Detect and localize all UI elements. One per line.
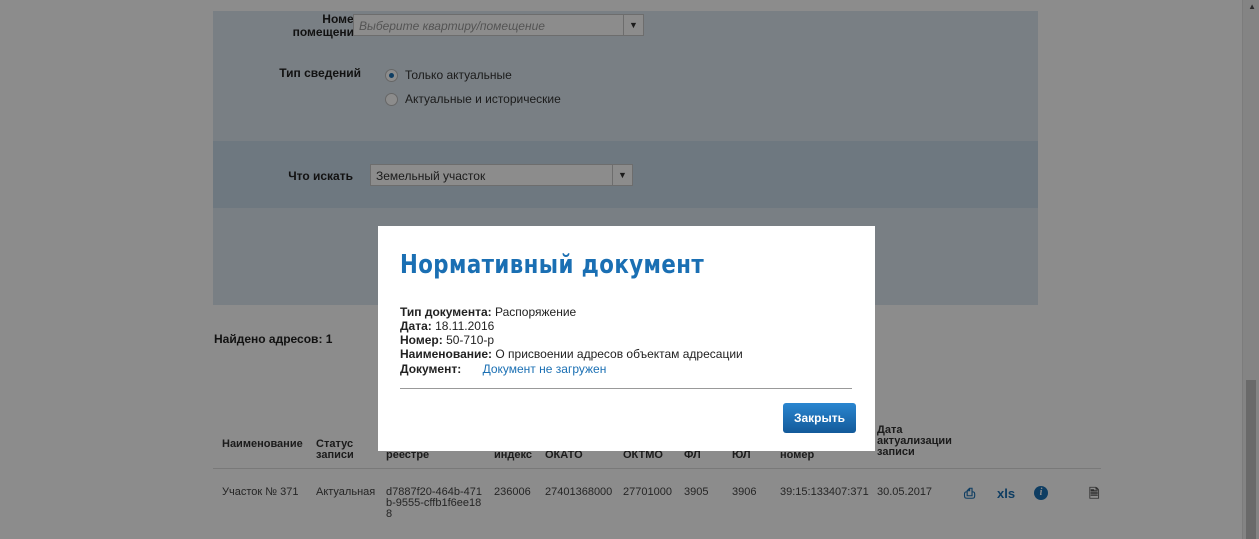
name-value: О присвоении адресов объектам адресации: [495, 347, 743, 361]
close-button[interactable]: Закрыть: [783, 403, 856, 433]
name-label: Наименование:: [400, 347, 493, 361]
document-row: Документ: Документ не загружен: [400, 363, 606, 375]
dialog-divider: [400, 388, 852, 389]
doc-type-row: Тип документа: Распоряжение: [400, 306, 576, 318]
doc-type-label: Тип документа:: [400, 305, 492, 319]
doc-type-value: Распоряжение: [495, 305, 577, 319]
number-value: 50-710-р: [446, 333, 495, 347]
dialog-title: Нормативный документ: [400, 250, 705, 280]
name-row: Наименование: О присвоении адресов объек…: [400, 348, 743, 360]
document-label: Документ:: [400, 362, 462, 376]
number-label: Номер:: [400, 333, 443, 347]
normative-document-dialog: Нормативный документ Тип документа: Расп…: [378, 226, 875, 451]
document-link[interactable]: Документ не загружен: [483, 362, 607, 376]
number-row: Номер: 50-710-р: [400, 334, 494, 346]
date-value: 18.11.2016: [435, 319, 495, 333]
date-row: Дата: 18.11.2016: [400, 320, 494, 332]
date-label: Дата:: [400, 319, 432, 333]
